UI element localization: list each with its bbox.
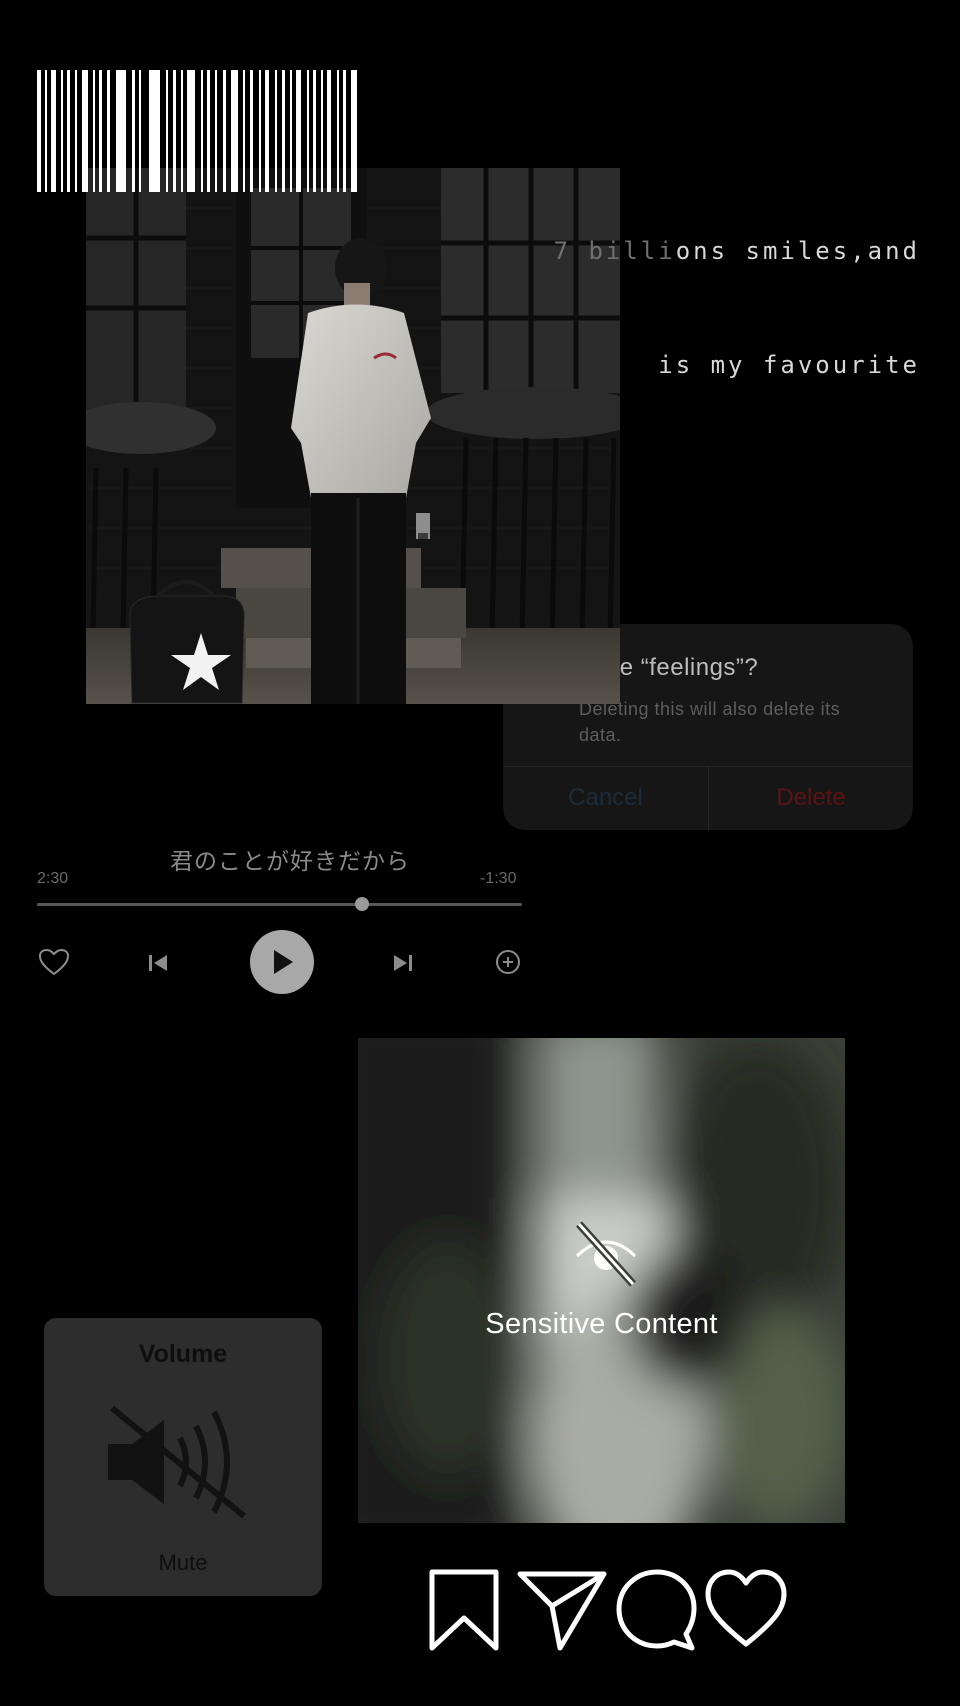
speaker-mute-icon (108, 1404, 258, 1520)
quote-line-1-text: ons smiles,and (675, 237, 920, 265)
time-elapsed: 2:30 (37, 870, 69, 887)
alert-message: Deleting this will also delete its data. (579, 699, 841, 745)
progress-track[interactable] (37, 903, 522, 906)
cancel-button[interactable]: Cancel (503, 766, 708, 830)
sensitive-content-card[interactable]: Sensitive Content (358, 1038, 845, 1523)
send-icon[interactable] (516, 1568, 608, 1652)
heart-icon[interactable] (36, 946, 72, 978)
song-title: 君のことが好きだから (170, 849, 410, 875)
bookmark-icon[interactable] (428, 1568, 500, 1652)
quote-line-1: 7 billions smiles,and (480, 232, 920, 270)
volume-title: Volume (138, 1340, 228, 1368)
play-icon (274, 950, 293, 974)
barcode (37, 70, 357, 192)
quote-line-2: is my favourite (658, 351, 920, 379)
heart-outline-icon[interactable] (704, 1568, 788, 1652)
eye-slash-icon (571, 1218, 641, 1288)
skip-back-icon[interactable] (145, 950, 171, 976)
time-remaining: -1:30 (480, 870, 517, 887)
skip-forward-icon[interactable] (390, 950, 416, 976)
comment-icon[interactable] (614, 1568, 700, 1652)
volume-hud: Volume Mute (44, 1318, 322, 1596)
add-circle-icon[interactable] (494, 948, 522, 976)
progress-knob[interactable] (354, 897, 369, 911)
play-button[interactable] (250, 930, 314, 994)
volume-status: Mute (158, 1550, 208, 1575)
quote-text: 7 billions smiles,and is my favourite (480, 156, 920, 422)
delete-button[interactable]: Delete (709, 766, 913, 830)
quote-faded-text: 7 billi (553, 237, 676, 265)
sensitive-content-label: Sensitive Content (485, 1308, 718, 1340)
